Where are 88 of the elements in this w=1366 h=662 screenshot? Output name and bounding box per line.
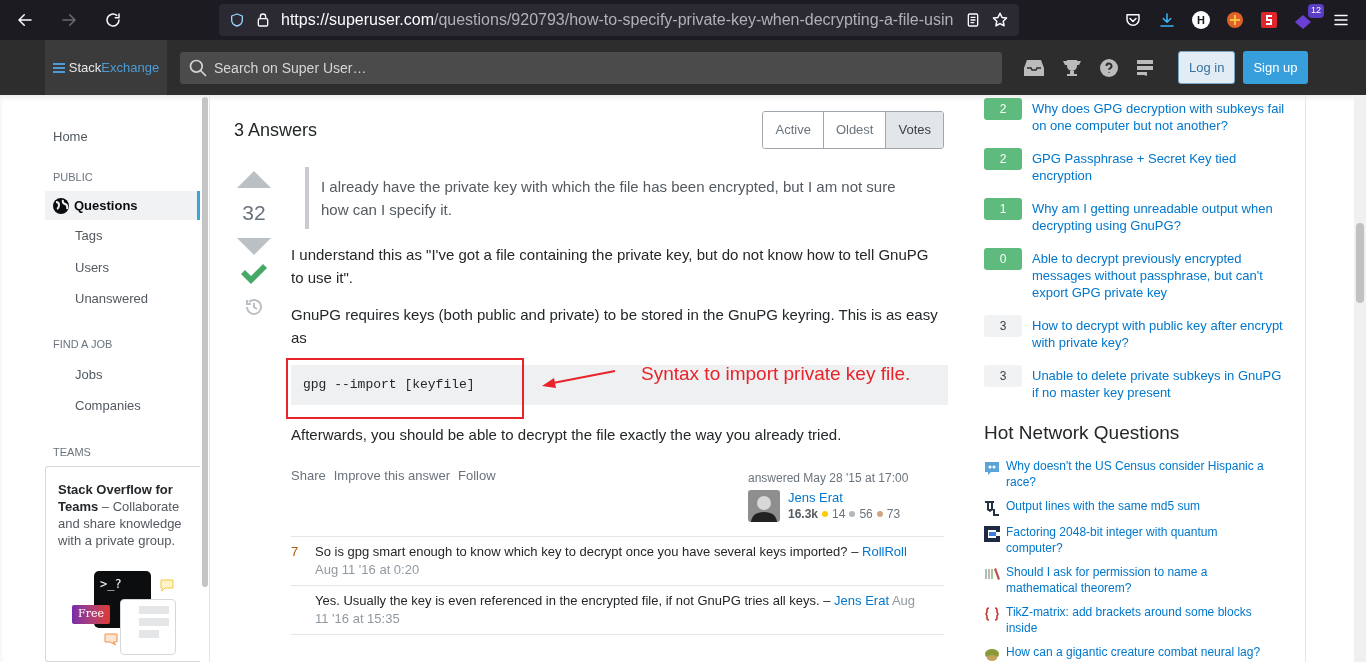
trophy-icon[interactable] xyxy=(1062,58,1082,77)
answer-score-badge: 1 xyxy=(984,198,1022,220)
related-question-link[interactable]: How to decrypt with public key after encrypt with private key? xyxy=(1032,315,1291,351)
search-icon xyxy=(188,57,208,78)
nav-item[interactable]: Questions xyxy=(45,191,200,221)
stack-icon xyxy=(52,61,65,74)
answer-score-badge: 3 xyxy=(984,365,1022,387)
post-action-link[interactable]: Share xyxy=(291,468,326,484)
related-question-link[interactable]: Able to decrypt previously encrypted messages without passphrase, but can't export GPG private key xyxy=(1032,248,1291,301)
globe-icon xyxy=(53,197,69,214)
vote-count: 32 xyxy=(242,200,266,226)
answer-paragraph: Afterwards, you should be able to decrypt the file exactly the way you already tried. xyxy=(291,425,843,445)
answer-score-badge: 2 xyxy=(984,148,1022,170)
search-field[interactable]: Search on Super User… xyxy=(180,51,1002,84)
sort-tab[interactable]: Votes xyxy=(885,112,943,148)
site-icon xyxy=(984,605,1000,622)
badge-count: 56 xyxy=(859,506,873,522)
pocket-icon[interactable] xyxy=(1124,11,1142,29)
comment-author-link[interactable]: Jens Erat xyxy=(834,593,889,608)
nav-heading: FIND A JOB xyxy=(52,337,114,353)
comment-author-link[interactable]: RollRoll xyxy=(862,544,907,559)
free-badge: Free xyxy=(72,605,110,624)
address-bar[interactable]: https://superuser.com/questions/920793/how-to-specify-private-key-when-decrypting-a-file-usin xyxy=(219,4,1019,36)
nav-item[interactable]: Unanswered xyxy=(45,283,200,315)
hot-question-link[interactable]: Should I ask for permission to name a mathematical theorem? xyxy=(1006,563,1291,596)
annotation-text: Syntax to import private key file. xyxy=(641,362,911,385)
comment-text: So is gpg smart enough to know which key to decrypt once you have several keys imported? – RollRoll Aug 11 '16 at 0:20 xyxy=(315,543,908,579)
answer-paragraph: I understand this as "I've got a file containing the private key, but do not know how to tell GnuPG to use it". xyxy=(291,245,930,288)
site-icon xyxy=(984,565,1000,582)
related-question-link[interactable]: Unable to delete private subkeys in GnuPG if no master key present xyxy=(1032,365,1291,401)
answer-score-badge: 2 xyxy=(984,98,1022,120)
help-icon[interactable] xyxy=(1100,58,1118,77)
teams-promo-text: Stack Overflow for Teams – Collaborate and share knowledge with a private group. xyxy=(58,481,183,550)
nav-item[interactable]: Home xyxy=(45,127,200,147)
shield-icon xyxy=(229,12,245,28)
extension-icon[interactable] xyxy=(1226,11,1244,29)
hot-question-link[interactable]: Output lines with the same md5 sum xyxy=(1006,497,1221,516)
login-button[interactable]: Log in xyxy=(1178,51,1236,84)
user-name-link[interactable]: Jens Erat xyxy=(788,490,901,506)
inbox-icon[interactable] xyxy=(1024,58,1044,77)
answered-timestamp: answered May 28 '15 at 17:00 xyxy=(748,470,910,486)
nav-item[interactable]: Jobs xyxy=(45,358,200,391)
download-icon[interactable] xyxy=(1158,11,1176,29)
checklist-drawing xyxy=(120,599,176,656)
nav-item[interactable]: Companies xyxy=(45,390,200,422)
hot-questions-heading: Hot Network Questions xyxy=(984,421,1181,445)
post-action-link[interactable]: Follow xyxy=(458,468,496,484)
lock-icon xyxy=(255,12,271,28)
notification-badge: 12 xyxy=(1308,4,1324,18)
user-avatar[interactable] xyxy=(748,490,780,522)
account-avatar[interactable]: H xyxy=(1192,11,1210,29)
extension-icon[interactable] xyxy=(1260,11,1278,29)
nav-heading: TEAMS xyxy=(52,444,92,460)
signup-button[interactable]: Sign up xyxy=(1243,51,1308,84)
nav-heading: PUBLIC xyxy=(52,169,94,185)
chat-bubble-icon xyxy=(160,579,174,593)
answer-score-badge: 3 xyxy=(984,315,1022,337)
chat-bubble-icon xyxy=(104,633,118,647)
reputation-score: 16.3k xyxy=(788,506,819,522)
related-question-link[interactable]: GPG Passphrase + Secret Key tied encryption xyxy=(1032,148,1291,184)
badge-count: 73 xyxy=(886,506,901,522)
nav-item[interactable]: Tags xyxy=(45,220,200,252)
hot-question-link[interactable]: Factoring 2048-bit integer with quantum computer? xyxy=(1006,523,1291,556)
site-icon xyxy=(984,499,1000,516)
forward-icon[interactable] xyxy=(60,11,78,29)
back-icon[interactable] xyxy=(16,11,34,29)
hot-question-link[interactable]: TikZ-matrix: add brackets around some blocks inside xyxy=(1006,603,1291,636)
related-question-link[interactable]: Why am I getting unreadable output when decrypting using GnuPG? xyxy=(1032,198,1291,234)
post-action-link[interactable]: Improve this answer xyxy=(333,468,451,484)
reload-icon[interactable] xyxy=(104,11,122,29)
hot-question-link[interactable]: Why doesn't the US Census consider Hispanic a race? xyxy=(1006,457,1291,490)
badge-count: 14 xyxy=(832,506,846,522)
comment-score: 7 xyxy=(291,544,299,559)
site-icon xyxy=(984,459,1000,476)
star-icon[interactable] xyxy=(991,11,1009,29)
url-text: https://superuser.com/questions/920793/how-to-specify-private-key-when-decrypting-a-file-usin xyxy=(281,10,955,30)
answers-count-heading: 3 Answers xyxy=(234,118,318,142)
answer-paragraph: GnuPG requires keys (both public and private) to be stored in the GnuPG keyring. This is as easy as xyxy=(291,305,939,348)
related-question-link[interactable]: Why does GPG decryption with subkeys fail on one computer but not another? xyxy=(1032,98,1291,134)
nav-item[interactable]: Users xyxy=(45,251,200,284)
site-icon xyxy=(984,525,1000,542)
site-logo[interactable]: StackExchange xyxy=(45,40,167,95)
answer-score-badge: 0 xyxy=(984,248,1022,270)
hot-question-link[interactable]: How can a gigantic creature combat neural lag? xyxy=(1006,643,1281,662)
chat-icon[interactable] xyxy=(1136,58,1154,77)
quote-text: I already have the private key with which the file has been encrypted, but I am not sure how can I specify it. xyxy=(305,167,944,229)
comment-text: Yes. Usually the key is even referenced in the encrypted file, if not GnuPG tries all keys. – Jens Erat Aug 11 '16 at 15:35 xyxy=(315,592,917,628)
reader-view-icon[interactable] xyxy=(965,12,981,28)
